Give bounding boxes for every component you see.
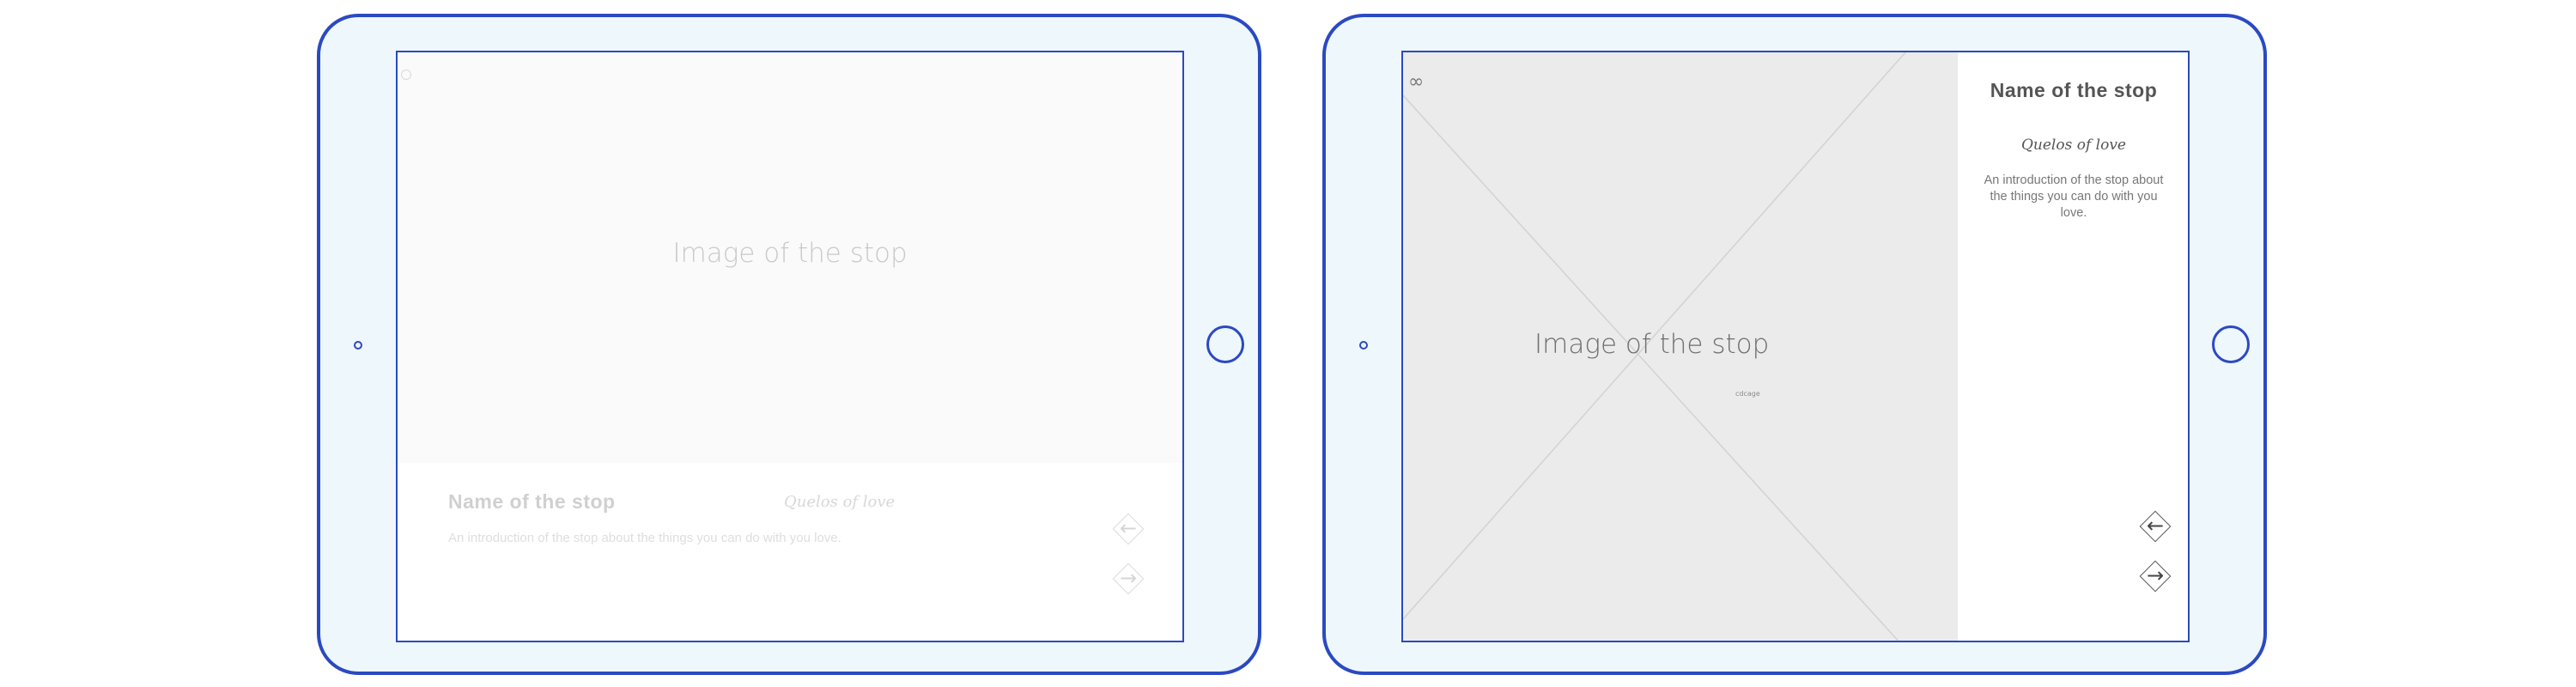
stop-info-panel: Name of the stop Quelos of love An intro… [1958,52,2188,641]
prev-button[interactable]: ← [2139,510,2172,543]
arrow-right-icon: → [1119,566,1138,590]
stop-image-placeholder: Image of the stop [398,52,1182,463]
script-tagline: Quelos of love [784,493,896,511]
home-button[interactable] [2212,325,2250,363]
arrow-right-icon: → [2146,563,2165,587]
image-placeholder-label: Image of the stop [672,238,908,269]
stop-intro: An introduction of the stop about the th… [448,531,841,545]
arrow-left-icon: ← [2146,514,2165,538]
stop-image-placeholder: ∞ Image of the stop cdcage [1403,52,1958,641]
stop-intro: An introduction of the stop about the th… [1984,173,2164,220]
tablet-screen-right: ∞ Image of the stop cdcage Name of the s… [1401,51,2190,642]
next-button[interactable]: → [2139,560,2172,593]
logo-icon [401,70,411,80]
prev-button[interactable]: ← [1112,513,1145,545]
image-placeholder-label: Image of the stop [1534,329,1770,360]
tablet-screen-left: Image of the stop Name of the stop Quelo… [396,51,1184,642]
tablet-frame-left: Image of the stop Name of the stop Quelo… [317,14,1261,675]
stop-name: Name of the stop [448,490,616,513]
tablet-frame-right: ∞ Image of the stop cdcage Name of the s… [1322,14,2267,675]
infinity-logo-icon: ∞ [1408,71,1425,93]
camera-dot [354,341,362,350]
image-caption: cdcage [1735,390,1760,398]
script-tagline: Quelos of love [2020,137,2126,154]
stop-name: Name of the stop [1990,79,2158,101]
next-button[interactable]: → [1112,562,1145,595]
camera-dot [1359,341,1368,350]
arrow-left-icon: ← [1119,516,1138,540]
home-button[interactable] [1206,325,1244,363]
